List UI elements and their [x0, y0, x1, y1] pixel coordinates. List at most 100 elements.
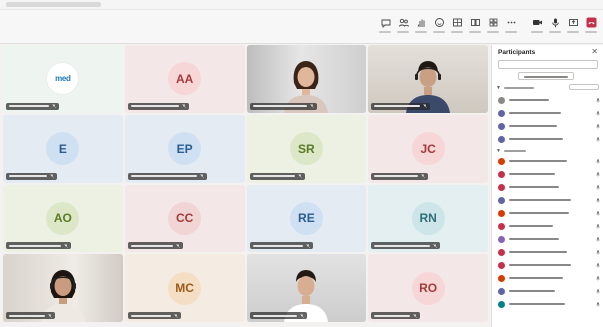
participant-name: [252, 314, 297, 317]
raise-hand-icon: [417, 19, 424, 27]
mic-icon: [596, 288, 600, 294]
participant-row[interactable]: [498, 234, 600, 244]
section-header-attendees[interactable]: ▼: [496, 148, 526, 154]
participant-tile[interactable]: [246, 45, 367, 113]
search-box[interactable]: [498, 60, 598, 69]
avatar: [498, 196, 505, 204]
participant-tile[interactable]: E: [3, 114, 123, 183]
participant-tile[interactable]: MC: [124, 254, 245, 322]
mic-off-icon: [433, 243, 438, 248]
participant-tile[interactable]: JC: [368, 114, 488, 183]
section-label: [503, 150, 526, 152]
participant-row[interactable]: [498, 121, 600, 131]
avatar: E: [46, 132, 80, 166]
participant-tile[interactable]: [3, 254, 123, 322]
tool-label: [549, 31, 561, 33]
avatar: AA: [168, 62, 202, 96]
mute-all-button[interactable]: [569, 84, 599, 90]
participant-name: [509, 225, 553, 227]
avatar: [498, 248, 505, 256]
participant-row[interactable]: [498, 95, 600, 105]
chat-button[interactable]: [377, 14, 393, 38]
participant-row[interactable]: [498, 182, 600, 192]
participant-row[interactable]: [498, 208, 600, 218]
view-button[interactable]: [449, 14, 465, 38]
tool-label: [397, 31, 409, 33]
mic-icon: [596, 158, 600, 164]
tool-label: [433, 31, 445, 33]
participant-name: [130, 244, 173, 247]
name-tag: [127, 172, 207, 180]
participant-row[interactable]: [498, 195, 600, 205]
leave-button[interactable]: [583, 14, 599, 38]
chat-icon: [381, 19, 390, 28]
participant-row[interactable]: [498, 156, 600, 166]
avatar: [498, 209, 505, 217]
apps-button[interactable]: [485, 14, 501, 38]
participant-tile[interactable]: RO: [368, 254, 488, 322]
participant-row[interactable]: [498, 299, 600, 309]
avatar-initials: RO: [419, 281, 438, 296]
close-icon[interactable]: ✕: [591, 47, 598, 56]
avatar-initials: EP: [176, 141, 193, 156]
name-tag: [6, 312, 55, 319]
participant-tile[interactable]: med: [3, 45, 123, 113]
camera-icon: [532, 20, 542, 25]
participant-tile[interactable]: RE: [246, 184, 367, 253]
avatar: [498, 183, 505, 191]
mic-off-icon: [413, 313, 418, 318]
rooms-icon: [470, 19, 480, 26]
participant-row[interactable]: [498, 134, 600, 144]
mic-off-icon: [175, 243, 180, 248]
avatar: [498, 96, 505, 104]
people-button[interactable]: [395, 14, 411, 38]
participant-tile[interactable]: AA: [124, 45, 245, 113]
share-button[interactable]: [565, 14, 581, 38]
mic-button[interactable]: [547, 14, 563, 38]
participant-row[interactable]: [498, 273, 600, 283]
mic-icon: [596, 275, 600, 281]
avatar: [498, 287, 505, 295]
avatar: [498, 222, 505, 230]
participant-name: [509, 160, 567, 162]
participant-row[interactable]: [498, 286, 600, 296]
participant-tile[interactable]: EP: [124, 114, 245, 183]
participant-tile[interactable]: [246, 254, 367, 322]
mic-off-icon: [305, 243, 310, 248]
mic-off-icon: [52, 104, 56, 109]
mic-icon: [596, 223, 600, 229]
share-icon: [568, 19, 578, 26]
avatar: MC: [168, 271, 202, 305]
more-button[interactable]: [503, 14, 519, 38]
participant-row[interactable]: [498, 108, 600, 118]
section-header-in-meeting[interactable]: ▼: [496, 85, 534, 91]
participant-name: [252, 105, 307, 108]
participant-name: [509, 290, 555, 292]
participant-tile[interactable]: [368, 45, 488, 113]
share-invite-button[interactable]: [518, 72, 574, 80]
participant-tile[interactable]: RN: [368, 184, 488, 253]
participant-tile[interactable]: CC: [124, 184, 245, 253]
mic-off-icon: [297, 174, 302, 178]
window-title: [6, 2, 101, 7]
participant-name: [130, 105, 179, 108]
participant-row[interactable]: [498, 247, 600, 257]
raise-hand-button[interactable]: [413, 14, 429, 38]
search-input[interactable]: [499, 61, 597, 69]
reactions-button[interactable]: [431, 14, 447, 38]
mic-icon: [596, 197, 600, 203]
participant-row[interactable]: [498, 260, 600, 270]
participant-name: [509, 199, 571, 201]
name-tag: [6, 172, 57, 180]
participant-tile[interactable]: SR: [246, 114, 367, 183]
participant-tile[interactable]: AO: [3, 184, 123, 253]
rooms-button[interactable]: [467, 14, 483, 38]
camera-button[interactable]: [529, 14, 545, 38]
participant-row[interactable]: [498, 169, 600, 179]
participant-row[interactable]: [498, 221, 600, 231]
avatar-initials: MC: [175, 281, 194, 296]
participant-name: [374, 175, 419, 177]
tool-label: [487, 31, 499, 33]
name-tag: [249, 242, 313, 250]
name-tag: [371, 172, 429, 180]
